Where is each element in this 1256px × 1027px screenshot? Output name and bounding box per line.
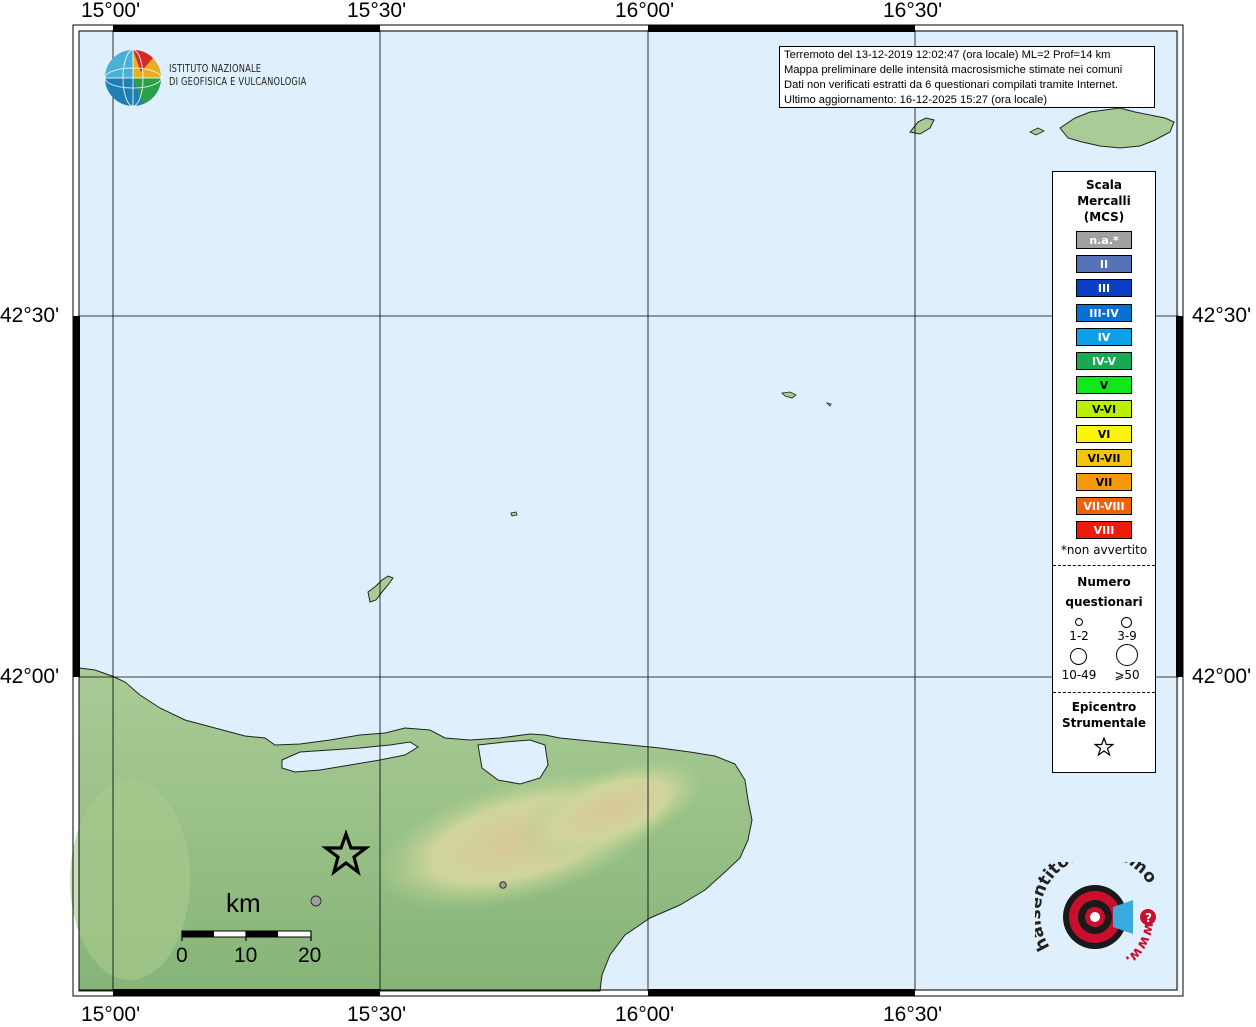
intensity-row: V-VI <box>1053 400 1155 424</box>
intensity-row: VII <box>1053 472 1155 497</box>
info-line1: Terremoto del 13-12-2019 12:02:47 (ora l… <box>784 49 1111 61</box>
intensity-swatch: IV <box>1076 327 1132 346</box>
lat-label-right-4200: 42°00' <box>1192 665 1252 688</box>
ingv-logo-text: ISTITUTO NAZIONALE DI GEOFISICA E VULCAN… <box>169 63 307 89</box>
lon-label-top-1500: 15°00' <box>81 0 141 22</box>
lon-label-bottom-1530: 15°30' <box>347 1003 407 1026</box>
legend-note: *non avvertito <box>1060 543 1148 558</box>
epicentro-title-line2: Strumentale <box>1061 716 1147 731</box>
intensity-swatch: VIII <box>1076 521 1132 540</box>
questionari-title-line2: questionari <box>1065 595 1143 610</box>
event-info-box: Terremoto del 13-12-2019 12:02:47 (ora l… <box>779 46 1155 108</box>
intensity-swatch: V <box>1076 376 1132 395</box>
island-pianosa <box>510 511 518 517</box>
ingv-line2: DI GEOFISICA E VULCANOLOGIA <box>169 76 307 88</box>
circle-size-50 <box>1116 644 1138 667</box>
ingv-line1: ISTITUTO NAZIONALE <box>169 63 262 75</box>
info-line2: Mappa preliminare delle intensità macros… <box>784 64 1123 76</box>
intensity-row: II <box>1053 255 1155 279</box>
circle-label-3-9: 3-9 <box>1117 629 1137 644</box>
ingv-logo-globe-icon <box>104 49 162 107</box>
lon-label-top-1600: 16°00' <box>615 0 675 22</box>
circle-label-50: ⩾50 <box>1114 668 1140 683</box>
legend-separator-2 <box>1053 692 1155 694</box>
intensity-row: VII-VIII <box>1053 497 1155 521</box>
intensity-row: VI-VII <box>1053 448 1155 473</box>
intensity-row: n.a.* <box>1053 231 1155 255</box>
info-line4: Ultimo aggiornamento: 16-12-2025 15:27 (… <box>784 94 1048 106</box>
intensity-row: III-IV <box>1053 303 1155 328</box>
relief-west <box>70 780 190 980</box>
legend-separator <box>1053 565 1155 567</box>
lon-label-top-1530: 15°30' <box>347 0 407 22</box>
intensity-row: IV <box>1053 327 1155 352</box>
scale-unit-label: km <box>226 888 261 918</box>
intensity-row: VI <box>1053 424 1155 449</box>
questionnaire-point[interactable] <box>310 895 322 907</box>
intensity-swatch: V-VI <box>1076 400 1132 419</box>
circle-size-3-9 <box>1121 617 1132 629</box>
legend-title-line3: (MCS) <box>1083 210 1125 224</box>
scale-label-10: 10 <box>234 944 258 967</box>
lat-label-right-4230: 42°30' <box>1192 304 1252 327</box>
intensity-swatch: VII <box>1076 472 1132 491</box>
intensity-swatch: III-IV <box>1076 303 1132 322</box>
haisentito-logo-icon[interactable]: haisentitoilterremoto.it www. ? <box>1035 862 1165 977</box>
intensity-swatch: VII-VIII <box>1076 497 1132 516</box>
intensity-row: V <box>1053 376 1155 400</box>
lon-label-bottom-1630: 16°30' <box>883 1003 943 1026</box>
intensity-swatch: III <box>1076 279 1132 298</box>
questionari-size-legend: 1-2 3-9 10-49 ⩾50 <box>1053 612 1155 682</box>
intensity-scale-list: n.a.* II III III-IV IV IV-V V V-VI VI VI-VII VII VI… <box>1053 231 1155 545</box>
lat-label-left-4230: 42°30' <box>0 304 60 327</box>
legend-title: Scala Mercalli (MCS) <box>1053 177 1155 225</box>
lon-label-bottom-1600: 16°00' <box>615 1003 675 1026</box>
scale-label-20: 20 <box>298 944 322 967</box>
intensity-swatch: IV-V <box>1076 351 1132 370</box>
legend-title-line1: Scala <box>1085 178 1123 192</box>
svg-text:?: ? <box>1145 911 1152 925</box>
lon-label-top-1630: 16°30' <box>883 0 943 22</box>
lon-label-bottom-1500: 15°00' <box>81 1003 141 1026</box>
scale-label-0: 0 <box>176 944 188 967</box>
intensity-row: III <box>1053 279 1155 303</box>
epicentro-title-line1: Epicentro <box>1071 700 1137 715</box>
legend-panel: Scala Mercalli (MCS) n.a.* II III III-IV IV I… <box>1052 171 1156 773</box>
circle-label-10-49: 10-49 <box>1061 668 1097 683</box>
intensity-row: VIII <box>1053 521 1155 545</box>
intensity-swatch: II <box>1076 255 1132 274</box>
lat-label-left-4200: 42°00' <box>0 665 60 688</box>
questionari-title: Numero questionari <box>1053 572 1155 612</box>
epicenter-star-icon <box>1093 736 1115 757</box>
intensity-swatch: n.a.* <box>1076 231 1132 249</box>
intensity-swatch: VI <box>1076 424 1132 443</box>
legend-title-line2: Mercalli <box>1077 194 1131 208</box>
info-line3: Dati non verificati estratti da 6 questi… <box>784 79 1118 91</box>
circle-size-1-2 <box>1075 618 1083 627</box>
circle-label-1-2: 1-2 <box>1069 629 1089 644</box>
circle-size-10-49 <box>1070 648 1087 666</box>
intensity-swatch: VI-VII <box>1076 448 1132 467</box>
intensity-row: IV-V <box>1053 351 1155 376</box>
questionnaire-point[interactable] <box>499 881 507 889</box>
questionari-title-line1: Numero <box>1077 575 1131 590</box>
epicentro-title: Epicentro Strumentale <box>1053 699 1155 731</box>
